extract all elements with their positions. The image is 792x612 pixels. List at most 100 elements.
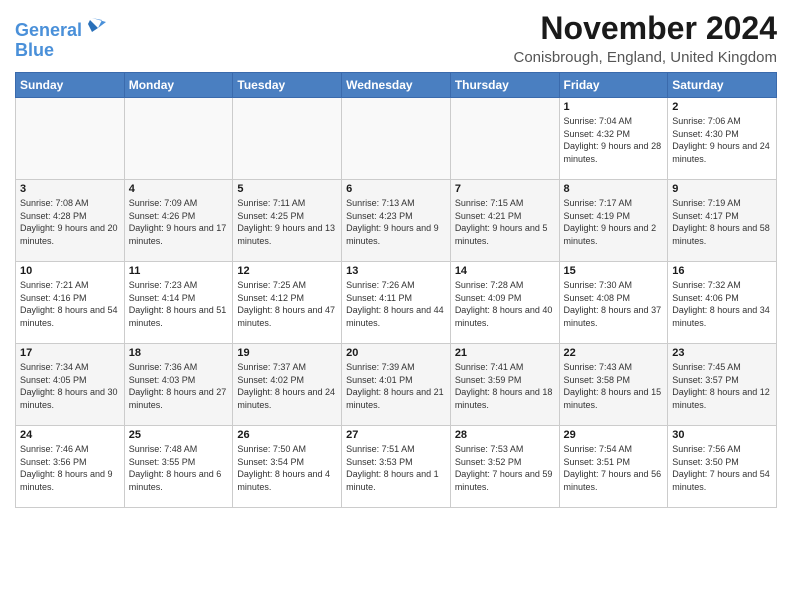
day-num-23: 23 bbox=[672, 347, 772, 359]
cell-3-2: 19 Sunrise: 7:37 AM Sunset: 4:02 PM Dayli… bbox=[233, 344, 342, 426]
page: General Blue November 2024 Conisbrough, … bbox=[0, 0, 792, 612]
day-info-24: Sunrise: 7:46 AM Sunset: 3:56 PM Dayligh… bbox=[20, 443, 120, 493]
cell-1-6: 9 Sunrise: 7:19 AM Sunset: 4:17 PM Daylig… bbox=[668, 180, 777, 262]
cell-1-5: 8Sunrise: 7:17 AM Sunset: 4:19 PM Daylig… bbox=[559, 180, 668, 262]
week-row-1: 3 Sunrise: 7:08 AM Sunset: 4:28 PM Daylig… bbox=[16, 180, 777, 262]
week-row-0: 1Sunrise: 7:04 AM Sunset: 4:32 PM Daylig… bbox=[16, 98, 777, 180]
day-num-6: 6 bbox=[346, 183, 446, 195]
cell-0-3 bbox=[342, 98, 451, 180]
day-info-1: Sunrise: 7:04 AM Sunset: 4:32 PM Dayligh… bbox=[564, 115, 664, 165]
day-num-16: 16 bbox=[672, 265, 772, 277]
day-info-2: Sunrise: 7:06 AM Sunset: 4:30 PM Dayligh… bbox=[672, 115, 772, 165]
day-info-26: Sunrise: 7:50 AM Sunset: 3:54 PM Dayligh… bbox=[237, 443, 337, 493]
day-num-18: 18 bbox=[129, 347, 229, 359]
subtitle: Conisbrough, England, United Kingdom bbox=[513, 49, 777, 66]
cell-0-5: 1Sunrise: 7:04 AM Sunset: 4:32 PM Daylig… bbox=[559, 98, 668, 180]
logo-general: General bbox=[15, 20, 82, 40]
cell-3-1: 18 Sunrise: 7:36 AM Sunset: 4:03 PM Dayli… bbox=[124, 344, 233, 426]
day-info-19: Sunrise: 7:37 AM Sunset: 4:02 PM Dayligh… bbox=[237, 361, 337, 411]
day-num-20: 20 bbox=[346, 347, 446, 359]
day-num-7: 7 bbox=[455, 183, 555, 195]
cell-3-6: 23 Sunrise: 7:45 AM Sunset: 3:57 PM Dayli… bbox=[668, 344, 777, 426]
col-wednesday: Wednesday bbox=[342, 73, 451, 98]
header: General Blue November 2024 Conisbrough, … bbox=[15, 10, 777, 66]
day-info-17: Sunrise: 7:34 AM Sunset: 4:05 PM Dayligh… bbox=[20, 361, 120, 411]
day-num-2: 2 bbox=[672, 101, 772, 113]
logo-bird-icon bbox=[84, 14, 106, 36]
cell-2-1: 11Sunrise: 7:23 AM Sunset: 4:14 PM Dayli… bbox=[124, 262, 233, 344]
cell-2-3: 13 Sunrise: 7:26 AM Sunset: 4:11 PM Dayli… bbox=[342, 262, 451, 344]
day-num-24: 24 bbox=[20, 429, 120, 441]
day-num-19: 19 bbox=[237, 347, 337, 359]
day-num-27: 27 bbox=[346, 429, 446, 441]
col-friday: Friday bbox=[559, 73, 668, 98]
day-num-30: 30 bbox=[672, 429, 772, 441]
day-num-26: 26 bbox=[237, 429, 337, 441]
cell-4-0: 24 Sunrise: 7:46 AM Sunset: 3:56 PM Dayli… bbox=[16, 426, 125, 508]
day-info-10: Sunrise: 7:21 AM Sunset: 4:16 PM Dayligh… bbox=[20, 279, 120, 329]
cell-4-1: 25 Sunrise: 7:48 AM Sunset: 3:55 PM Dayli… bbox=[124, 426, 233, 508]
cell-0-0 bbox=[16, 98, 125, 180]
day-info-18: Sunrise: 7:36 AM Sunset: 4:03 PM Dayligh… bbox=[129, 361, 229, 411]
day-info-29: Sunrise: 7:54 AM Sunset: 3:51 PM Dayligh… bbox=[564, 443, 664, 493]
cell-4-3: 27 Sunrise: 7:51 AM Sunset: 3:53 PM Dayli… bbox=[342, 426, 451, 508]
logo-text: General bbox=[15, 14, 106, 41]
cell-1-1: 4Sunrise: 7:09 AM Sunset: 4:26 PM Daylig… bbox=[124, 180, 233, 262]
day-info-4: Sunrise: 7:09 AM Sunset: 4:26 PM Dayligh… bbox=[129, 197, 229, 247]
day-info-28: Sunrise: 7:53 AM Sunset: 3:52 PM Dayligh… bbox=[455, 443, 555, 493]
day-num-9: 9 bbox=[672, 183, 772, 195]
calendar-header-row: Sunday Monday Tuesday Wednesday Thursday… bbox=[16, 73, 777, 98]
main-title: November 2024 bbox=[513, 10, 777, 47]
col-sunday: Sunday bbox=[16, 73, 125, 98]
cell-4-6: 30 Sunrise: 7:56 AM Sunset: 3:50 PM Dayli… bbox=[668, 426, 777, 508]
day-num-12: 12 bbox=[237, 265, 337, 277]
col-thursday: Thursday bbox=[450, 73, 559, 98]
day-num-28: 28 bbox=[455, 429, 555, 441]
cell-1-2: 5Sunrise: 7:11 AM Sunset: 4:25 PM Daylig… bbox=[233, 180, 342, 262]
cell-0-1 bbox=[124, 98, 233, 180]
cell-4-2: 26 Sunrise: 7:50 AM Sunset: 3:54 PM Dayli… bbox=[233, 426, 342, 508]
week-row-3: 17 Sunrise: 7:34 AM Sunset: 4:05 PM Dayli… bbox=[16, 344, 777, 426]
col-monday: Monday bbox=[124, 73, 233, 98]
cell-0-6: 2 Sunrise: 7:06 AM Sunset: 4:30 PM Daylig… bbox=[668, 98, 777, 180]
day-info-20: Sunrise: 7:39 AM Sunset: 4:01 PM Dayligh… bbox=[346, 361, 446, 411]
day-info-22: Sunrise: 7:43 AM Sunset: 3:58 PM Dayligh… bbox=[564, 361, 664, 411]
day-num-25: 25 bbox=[129, 429, 229, 441]
day-info-23: Sunrise: 7:45 AM Sunset: 3:57 PM Dayligh… bbox=[672, 361, 772, 411]
day-info-5: Sunrise: 7:11 AM Sunset: 4:25 PM Dayligh… bbox=[237, 197, 337, 247]
day-info-21: Sunrise: 7:41 AM Sunset: 3:59 PM Dayligh… bbox=[455, 361, 555, 411]
week-row-4: 24 Sunrise: 7:46 AM Sunset: 3:56 PM Dayli… bbox=[16, 426, 777, 508]
day-info-3: Sunrise: 7:08 AM Sunset: 4:28 PM Dayligh… bbox=[20, 197, 120, 247]
col-tuesday: Tuesday bbox=[233, 73, 342, 98]
day-num-10: 10 bbox=[20, 265, 120, 277]
day-info-9: Sunrise: 7:19 AM Sunset: 4:17 PM Dayligh… bbox=[672, 197, 772, 247]
day-info-27: Sunrise: 7:51 AM Sunset: 3:53 PM Dayligh… bbox=[346, 443, 446, 493]
cell-2-4: 14Sunrise: 7:28 AM Sunset: 4:09 PM Dayli… bbox=[450, 262, 559, 344]
day-num-21: 21 bbox=[455, 347, 555, 359]
calendar: Sunday Monday Tuesday Wednesday Thursday… bbox=[15, 72, 777, 508]
cell-3-3: 20 Sunrise: 7:39 AM Sunset: 4:01 PM Dayli… bbox=[342, 344, 451, 426]
week-row-2: 10 Sunrise: 7:21 AM Sunset: 4:16 PM Dayli… bbox=[16, 262, 777, 344]
title-block: November 2024 Conisbrough, England, Unit… bbox=[513, 10, 777, 66]
cell-0-2 bbox=[233, 98, 342, 180]
day-num-3: 3 bbox=[20, 183, 120, 195]
day-num-8: 8 bbox=[564, 183, 664, 195]
day-info-30: Sunrise: 7:56 AM Sunset: 3:50 PM Dayligh… bbox=[672, 443, 772, 493]
day-info-14: Sunrise: 7:28 AM Sunset: 4:09 PM Dayligh… bbox=[455, 279, 555, 329]
day-info-25: Sunrise: 7:48 AM Sunset: 3:55 PM Dayligh… bbox=[129, 443, 229, 493]
day-num-13: 13 bbox=[346, 265, 446, 277]
cell-3-4: 21 Sunrise: 7:41 AM Sunset: 3:59 PM Dayli… bbox=[450, 344, 559, 426]
day-num-11: 11 bbox=[129, 265, 229, 277]
day-info-7: Sunrise: 7:15 AM Sunset: 4:21 PM Dayligh… bbox=[455, 197, 555, 247]
day-num-29: 29 bbox=[564, 429, 664, 441]
day-info-15: Sunrise: 7:30 AM Sunset: 4:08 PM Dayligh… bbox=[564, 279, 664, 329]
cell-1-0: 3 Sunrise: 7:08 AM Sunset: 4:28 PM Daylig… bbox=[16, 180, 125, 262]
col-saturday: Saturday bbox=[668, 73, 777, 98]
cell-3-5: 22Sunrise: 7:43 AM Sunset: 3:58 PM Dayli… bbox=[559, 344, 668, 426]
logo-blue: Blue bbox=[15, 41, 106, 61]
day-num-17: 17 bbox=[20, 347, 120, 359]
day-info-13: Sunrise: 7:26 AM Sunset: 4:11 PM Dayligh… bbox=[346, 279, 446, 329]
cell-2-5: 15Sunrise: 7:30 AM Sunset: 4:08 PM Dayli… bbox=[559, 262, 668, 344]
day-info-6: Sunrise: 7:13 AM Sunset: 4:23 PM Dayligh… bbox=[346, 197, 446, 247]
cell-1-4: 7 Sunrise: 7:15 AM Sunset: 4:21 PM Daylig… bbox=[450, 180, 559, 262]
